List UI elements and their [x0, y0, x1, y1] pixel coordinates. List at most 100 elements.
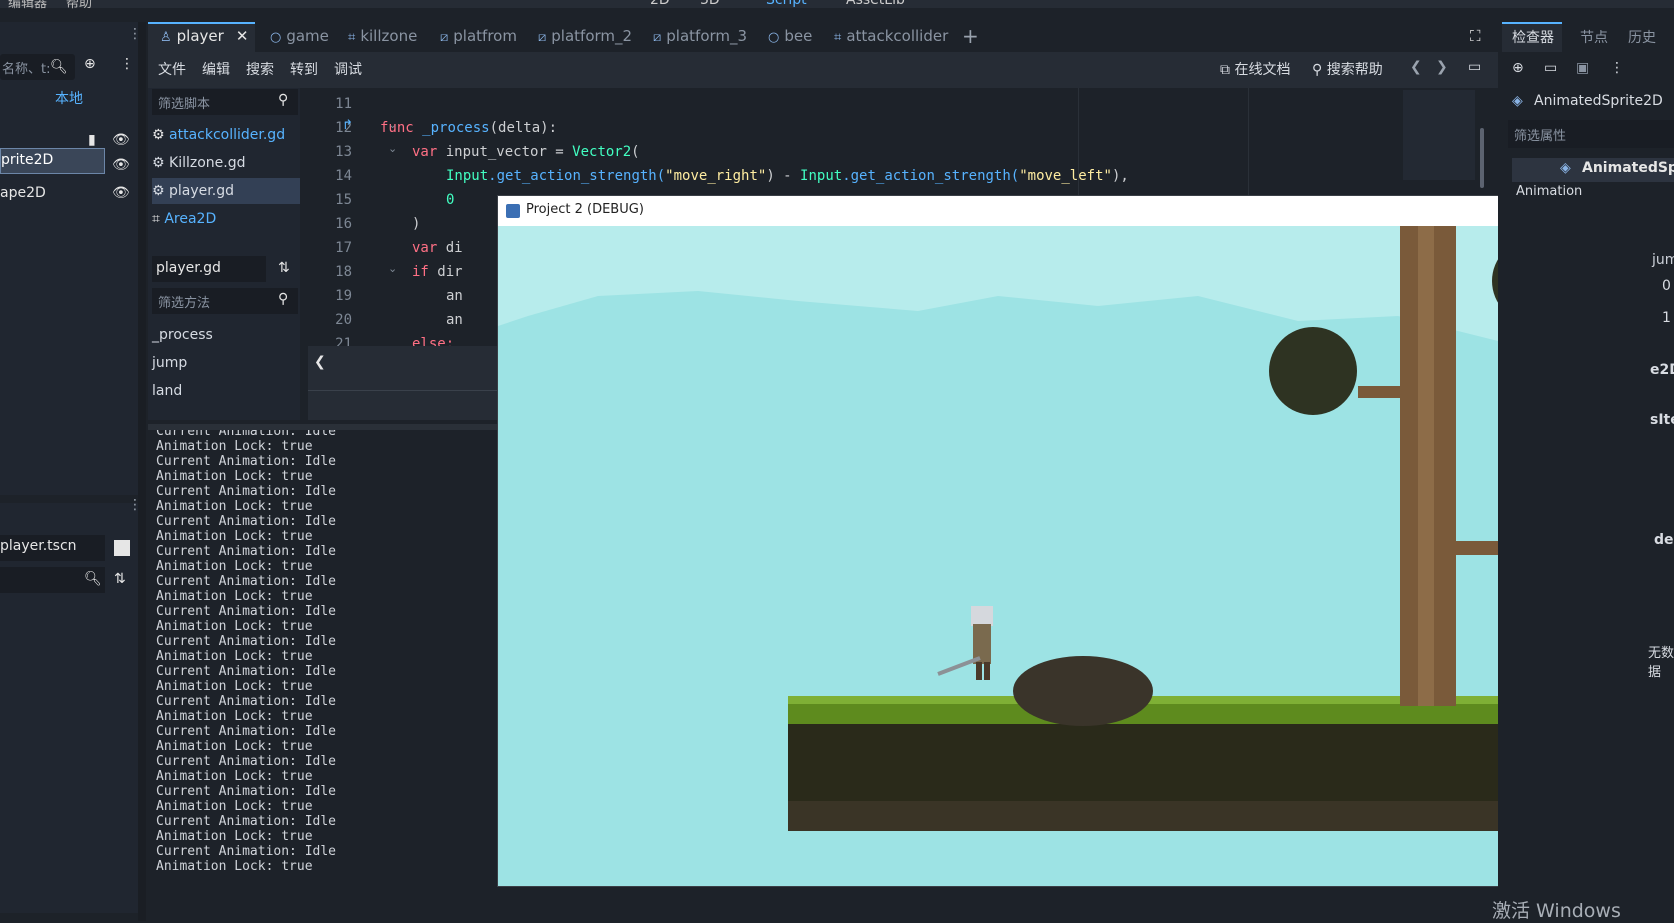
tab-platform-2[interactable]: ⧄ platform_2 — [538, 22, 632, 50]
fullscreen-icon[interactable]: ⛶ — [1470, 22, 1481, 50]
fold-icon[interactable]: ⌄ — [388, 118, 397, 131]
method-item[interactable]: jump — [152, 350, 300, 376]
output-line: Current Animation: Idle — [156, 784, 337, 799]
chevron-left-icon[interactable]: ❮ — [314, 354, 326, 370]
menu-help[interactable]: 帮助 — [66, 0, 92, 11]
tab-game[interactable]: ○ game — [270, 22, 329, 50]
code-function: .get_action_strength( — [842, 168, 1020, 184]
fold-icon[interactable]: ⌄ — [388, 142, 397, 155]
output-line: Animation Lock: true — [156, 709, 313, 724]
current-script-field[interactable]: player.gd — [152, 256, 266, 282]
folder-icon[interactable]: ▭ — [1544, 60, 1557, 76]
tab-node[interactable]: 节点 — [1580, 27, 1608, 47]
more-icon[interactable]: ⋮ — [1610, 60, 1624, 76]
script-icon[interactable]: ▮ — [88, 132, 96, 148]
output-line: Current Animation: Idle — [156, 724, 337, 739]
toggle-panel-icon[interactable]: ▭ — [1468, 59, 1481, 75]
visibility-icon[interactable]: 👁︎ — [112, 157, 130, 173]
menu-edit[interactable]: 编辑 — [202, 59, 230, 79]
add-tab-icon[interactable]: + — [962, 22, 979, 50]
layout-toggle-icon[interactable] — [114, 540, 130, 556]
menu-file[interactable]: 文件 — [158, 59, 186, 79]
local-tab[interactable]: 本地 — [0, 86, 138, 112]
area-icon: ⌗ — [348, 30, 356, 45]
script-item-label: player.gd — [169, 183, 234, 199]
code-keyword: var — [412, 240, 438, 256]
tree-item-shape[interactable]: ape2D — [0, 185, 46, 201]
tab-label: platfrom — [453, 27, 517, 45]
tab-attackcollider[interactable]: ⌗ attackcollider — [834, 22, 948, 50]
area-icon: ⌗ — [152, 211, 160, 227]
tab-3d[interactable]: 3D — [700, 0, 720, 8]
menu-search[interactable]: 搜索 — [246, 59, 274, 79]
property-filter-input[interactable]: 筛选属性 — [1508, 120, 1674, 148]
menu-debug[interactable]: 调试 — [334, 59, 362, 79]
output-line: Animation Lock: true — [156, 679, 313, 694]
resource-header-label: AnimatedSpr — [1582, 160, 1674, 176]
script-filter-input[interactable]: 筛选脚本 ⚲ — [152, 89, 298, 115]
prev-icon[interactable]: ❮ — [1410, 59, 1422, 75]
line-number: 14 — [335, 168, 352, 184]
tab-inspector[interactable]: 检查器 — [1512, 27, 1554, 47]
property-filter-placeholder: 筛选属性 — [1514, 129, 1567, 144]
tree-item-sprite[interactable]: prite2D — [0, 148, 105, 174]
game-window-titlebar[interactable]: Project 2 (DEBUG) – ☐ ✕ — [498, 196, 1649, 226]
method-filter-input[interactable]: 筛选方法 ⚲ — [152, 288, 298, 314]
output-line: Current Animation: Idle — [156, 754, 337, 769]
section-animation[interactable]: Animation — [1516, 184, 1582, 199]
add-node-icon[interactable]: ⊕ — [84, 56, 96, 72]
tab-killzone[interactable]: ⌗ killzone — [348, 22, 417, 50]
code-line-15: 15 0 — [300, 188, 454, 212]
more-icon[interactable]: ⋮ — [120, 56, 134, 72]
new-resource-icon[interactable]: ⊕ — [1512, 60, 1524, 76]
online-docs-link[interactable]: ⧉ 在线文档 — [1220, 59, 1290, 79]
inspector-dock — [1498, 22, 1674, 921]
scrollbar[interactable] — [1480, 128, 1484, 188]
script-item[interactable]: ⌗ Area2D — [152, 206, 300, 232]
visibility-icon[interactable]: 👁︎ — [112, 185, 130, 201]
fold-icon[interactable]: ⌄ — [388, 262, 397, 275]
save-icon[interactable]: ▣ — [1576, 60, 1589, 76]
circle-icon: ○ — [768, 30, 780, 45]
visibility-icon[interactable]: 👁︎ — [112, 132, 130, 148]
sort-icon[interactable]: ⇅ — [114, 571, 126, 587]
menu-goto[interactable]: 转到 — [290, 59, 318, 79]
output-line: Current Animation: Idle — [156, 514, 337, 529]
tab-assetlib[interactable]: AssetLib — [846, 0, 905, 8]
tab-platform-3[interactable]: ⧄ platform_3 — [653, 22, 747, 50]
menu-editor[interactable]: 编辑器 — [8, 0, 47, 11]
tab-platfrom[interactable]: ⧄ platfrom — [440, 22, 517, 50]
property-fragment: jum — [1652, 252, 1674, 268]
method-item[interactable]: land — [152, 378, 300, 404]
splitter[interactable] — [138, 22, 146, 921]
minimap[interactable] — [1403, 90, 1475, 180]
search-help-link[interactable]: ⚲ 搜索帮助 — [1312, 59, 1383, 79]
output-line: Animation Lock: true — [156, 499, 313, 514]
output-log: Current Animation: Idle Animation Lock: t… — [148, 430, 498, 915]
tab-player[interactable]: ♙ player ✕ — [160, 22, 248, 50]
method-item[interactable]: _process — [152, 322, 300, 348]
code-text: (delta): — [489, 120, 558, 136]
tree-branch — [1358, 386, 1400, 398]
output-line: Animation Lock: true — [156, 619, 313, 634]
code-line-14: 14 Input.get_action_strength("move_right"… — [300, 164, 1129, 188]
sort-icon[interactable]: ⇅ — [278, 260, 290, 276]
tab-bee[interactable]: ○ bee — [768, 22, 812, 50]
script-filter-placeholder: 筛选脚本 — [158, 97, 211, 112]
code-keyword: if — [412, 264, 429, 280]
game-viewport[interactable] — [498, 226, 1649, 886]
godot-icon — [506, 204, 520, 218]
node-name[interactable]: AnimatedSprite2D — [1534, 93, 1663, 109]
tab-2d[interactable]: 2D — [650, 0, 670, 8]
path-field[interactable]: player.tscn — [0, 535, 105, 561]
script-item[interactable]: ⚙ Killzone.gd — [152, 150, 300, 176]
output-line: Animation Lock: true — [156, 829, 313, 844]
resource-header[interactable]: ◈ AnimatedSpr — [1512, 158, 1674, 182]
tab-script[interactable]: Script — [766, 0, 807, 8]
script-item[interactable]: ⚙ attackcollider.gd — [152, 122, 300, 148]
close-icon[interactable]: ✕ — [236, 27, 249, 45]
tab-history[interactable]: 历史 — [1628, 27, 1656, 47]
next-icon[interactable]: ❯ — [1436, 59, 1448, 75]
code-text: di — [437, 240, 463, 256]
script-item-selected[interactable]: ⚙ player.gd — [152, 178, 300, 204]
